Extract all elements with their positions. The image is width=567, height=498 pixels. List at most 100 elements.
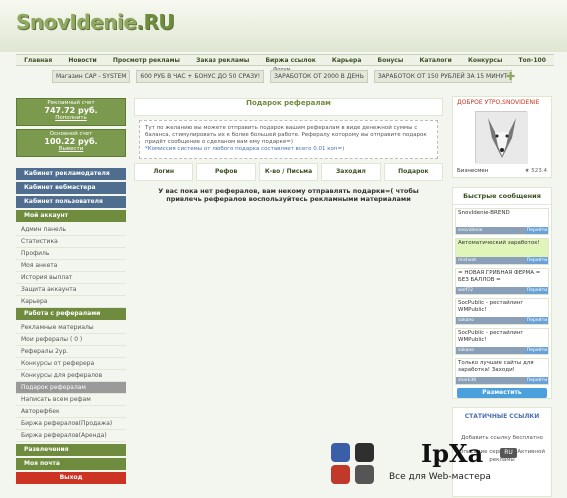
info-box: Тут по желанию вы можете отправить подар…: [139, 120, 438, 159]
menu-item-stats[interactable]: Статистика: [16, 236, 126, 248]
fast-message-user[interactable]: snovidenie: [458, 228, 482, 233]
header-bar: SnovIdenie.RU: [0, 0, 567, 52]
nav-view-ads[interactable]: Просмотр рекламы: [113, 55, 180, 65]
menu-my-account[interactable]: Мой аккаунт: [16, 210, 126, 222]
menu-item-ad-materials[interactable]: Рекламные материалы: [16, 322, 126, 334]
user-status: Бизнесмен: [457, 168, 489, 174]
menu-item-exchange-rent[interactable]: Биржа рефералов(Аренда): [16, 430, 126, 442]
menu-item-autoref[interactable]: Автореф6ек: [16, 406, 126, 418]
menu-item-profile[interactable]: Профиль: [16, 248, 126, 260]
menu-webmaster[interactable]: Кабинет вебмастера: [16, 182, 126, 194]
fast-message-item: = НОВАЯ ГРИБНАЯ ФЕРМА = БЕЗ БАЛЛОВ = wol…: [455, 268, 549, 295]
nav-career[interactable]: Карьера: [332, 55, 361, 65]
place-message-button[interactable]: Разместить: [457, 388, 547, 398]
menu-item-contests-for[interactable]: Конкурсы для рефералов: [16, 370, 126, 382]
menu-item-admin[interactable]: Админ панель: [16, 224, 126, 236]
watermark-badge: RU: [500, 448, 517, 458]
go-button[interactable]: Перейти: [526, 227, 548, 234]
menu-item-security[interactable]: Защита аккаунта: [16, 284, 126, 296]
fast-message-item: Только лучшие сайты для заработка! Заход…: [455, 358, 549, 385]
menu-item-payouts[interactable]: История выплат: [16, 272, 126, 284]
menu-item-exchange-sale[interactable]: Биржа рефералов(Продажа): [16, 418, 126, 430]
social-icon[interactable]: [331, 465, 350, 484]
ticker-item[interactable]: ЗАРАБОТОК ОТ 150 РУБЛЕЙ ЗА 15 МИНУТ: [373, 70, 512, 83]
fast-message-item: Автоматический заработок! mishoot Перейт…: [455, 238, 549, 265]
main-nav: Главная Новости Просмотр рекламы Заказ р…: [16, 54, 554, 66]
fast-message-text[interactable]: SnovIdenie-BREND: [456, 209, 548, 218]
go-button[interactable]: Перейти: [526, 257, 548, 264]
logo-main: SnovIdenie: [16, 10, 137, 34]
social-icon[interactable]: [331, 443, 350, 462]
nav-news[interactable]: Новости: [68, 55, 96, 65]
greeting: ДОБРОЕ УТРО,SNOVIDENIE: [457, 99, 540, 106]
menu-item-referrals-lvl2[interactable]: Рефералы 2ур.: [16, 346, 126, 358]
referral-table-header: Логин Рефов К-во / Письма Заходил Подаро…: [134, 163, 444, 181]
fast-message-user[interactable]: shark36: [458, 378, 476, 383]
menu-item-my-referrals[interactable]: Мои рефералы ( 0 ): [16, 334, 126, 346]
fast-messages: Быстрые сообщения SnovIdenie-BREND snovi…: [452, 187, 552, 399]
site-logo[interactable]: SnovIdenie.RU: [16, 10, 175, 34]
commission-note: *Комиссия системы от любого подарка сост…: [145, 146, 345, 152]
menu-advertiser[interactable]: Кабинет рекламодателя: [16, 168, 126, 180]
social-icon[interactable]: [355, 443, 374, 462]
user-score: ★ 523.4: [525, 168, 547, 174]
col-refs[interactable]: Рефов: [196, 163, 256, 181]
fast-message-user[interactable]: sakano: [458, 348, 474, 353]
ticker-item[interactable]: 600 РУБ В ЧАС + БОНУС ДО 50 СРАЗУ!: [136, 70, 265, 83]
ticker-item[interactable]: ЗАРАБОТОК ОТ 2000 В ДЕНЬ: [270, 70, 368, 83]
menu-item-write-all[interactable]: Написать всем рефам: [16, 394, 126, 406]
static-links-title: СТАТИЧНЫЕ ССЫЛКИ: [464, 413, 540, 420]
nav-link-exchange[interactable]: Биржа ссылок: [265, 55, 315, 65]
top-up-link[interactable]: Пополнить: [17, 115, 125, 121]
nav-catalogs[interactable]: Каталоги: [419, 55, 451, 65]
menu-item-form[interactable]: Моя анкета: [16, 260, 126, 272]
exit-button[interactable]: Выход: [16, 472, 126, 484]
profile-box: ДОБРОЕ УТРО,SNOVIDENIE Бизнесмен ★ 523.4: [452, 96, 552, 178]
withdraw-link[interactable]: Вывести: [17, 146, 125, 152]
ad-account-box: Рекламный счет 747.72 руб. Пополнить: [16, 98, 126, 126]
go-button[interactable]: Перейти: [526, 377, 548, 384]
col-letters[interactable]: К-во / Письма: [258, 163, 319, 181]
ad-ticker: Магазин САР - SYSTEM 600 РУБ В ЧАС + БОН…: [52, 70, 512, 83]
col-login[interactable]: Логин: [134, 163, 194, 181]
fast-message-user[interactable]: sakano: [458, 318, 474, 323]
go-button[interactable]: Перейти: [526, 317, 548, 324]
menu-referrals[interactable]: Работа с рефералами: [16, 308, 126, 320]
go-button[interactable]: Перейти: [526, 287, 548, 294]
main-account-value: 100.22 руб.: [44, 137, 98, 146]
fast-message-text[interactable]: SocPublic - рестайлинг WMPublic!: [456, 329, 548, 345]
sidebar-menu: Кабинет рекламодателя Кабинет вебмастера…: [16, 168, 126, 486]
fast-message-text[interactable]: Только лучшие сайты для заработка! Заход…: [456, 359, 548, 375]
nav-top100[interactable]: Топ-100: [519, 55, 546, 65]
nav-contests[interactable]: Конкурсы: [468, 55, 502, 65]
nav-order-ads[interactable]: Заказ рекламы: [196, 55, 249, 65]
user-score-value: 523.4: [531, 168, 547, 174]
fast-message-user[interactable]: mishoot: [458, 258, 476, 263]
fast-message-user[interactable]: wolf72: [458, 288, 473, 293]
watermark-logo: IpXa: [421, 439, 484, 468]
nav-home[interactable]: Главная: [24, 55, 52, 65]
fast-message-text[interactable]: SocPublic - рестайлинг WMPublic!: [456, 299, 548, 315]
go-button[interactable]: Перейти: [526, 347, 548, 354]
social-icon[interactable]: [355, 465, 374, 484]
plus-icon[interactable]: ✚: [506, 70, 515, 83]
menu-item-contests-from[interactable]: Конкурсы от реферера: [16, 358, 126, 370]
menu-item-gift[interactable]: Подарок рефералам: [16, 382, 126, 394]
fast-message-text[interactable]: Автоматический заработок!: [456, 239, 548, 248]
fast-message-text[interactable]: = НОВАЯ ГРИБНАЯ ФЕРМА = БЕЗ БАЛЛОВ =: [456, 269, 548, 285]
menu-fun[interactable]: Развлечения: [16, 444, 126, 456]
main-account-box: Основной счет 100.22 руб. Вывести: [16, 129, 126, 157]
info-text: Тут по желанию вы можете отправить подар…: [145, 125, 427, 145]
menu-user[interactable]: Кабинет пользователя: [16, 196, 126, 208]
menu-item-career[interactable]: Карьера: [16, 296, 126, 308]
ticker-item[interactable]: Магазин САР - SYSTEM: [52, 70, 131, 83]
col-last-visit[interactable]: Заходил: [321, 163, 381, 181]
watermark-tagline: Все для Web-мастера: [389, 472, 491, 482]
wolf-avatar-icon: [476, 112, 528, 164]
nav-bonuses[interactable]: Бонусы: [378, 55, 404, 65]
fast-message-item: SocPublic - рестайлинг WMPublic! sakano …: [455, 298, 549, 325]
avatar[interactable]: [475, 111, 528, 164]
col-gift[interactable]: Подарок: [383, 163, 444, 181]
menu-mail[interactable]: Моя почта: [16, 458, 126, 470]
empty-message: У вас пока нет рефералов, вам некому отп…: [158, 187, 419, 203]
